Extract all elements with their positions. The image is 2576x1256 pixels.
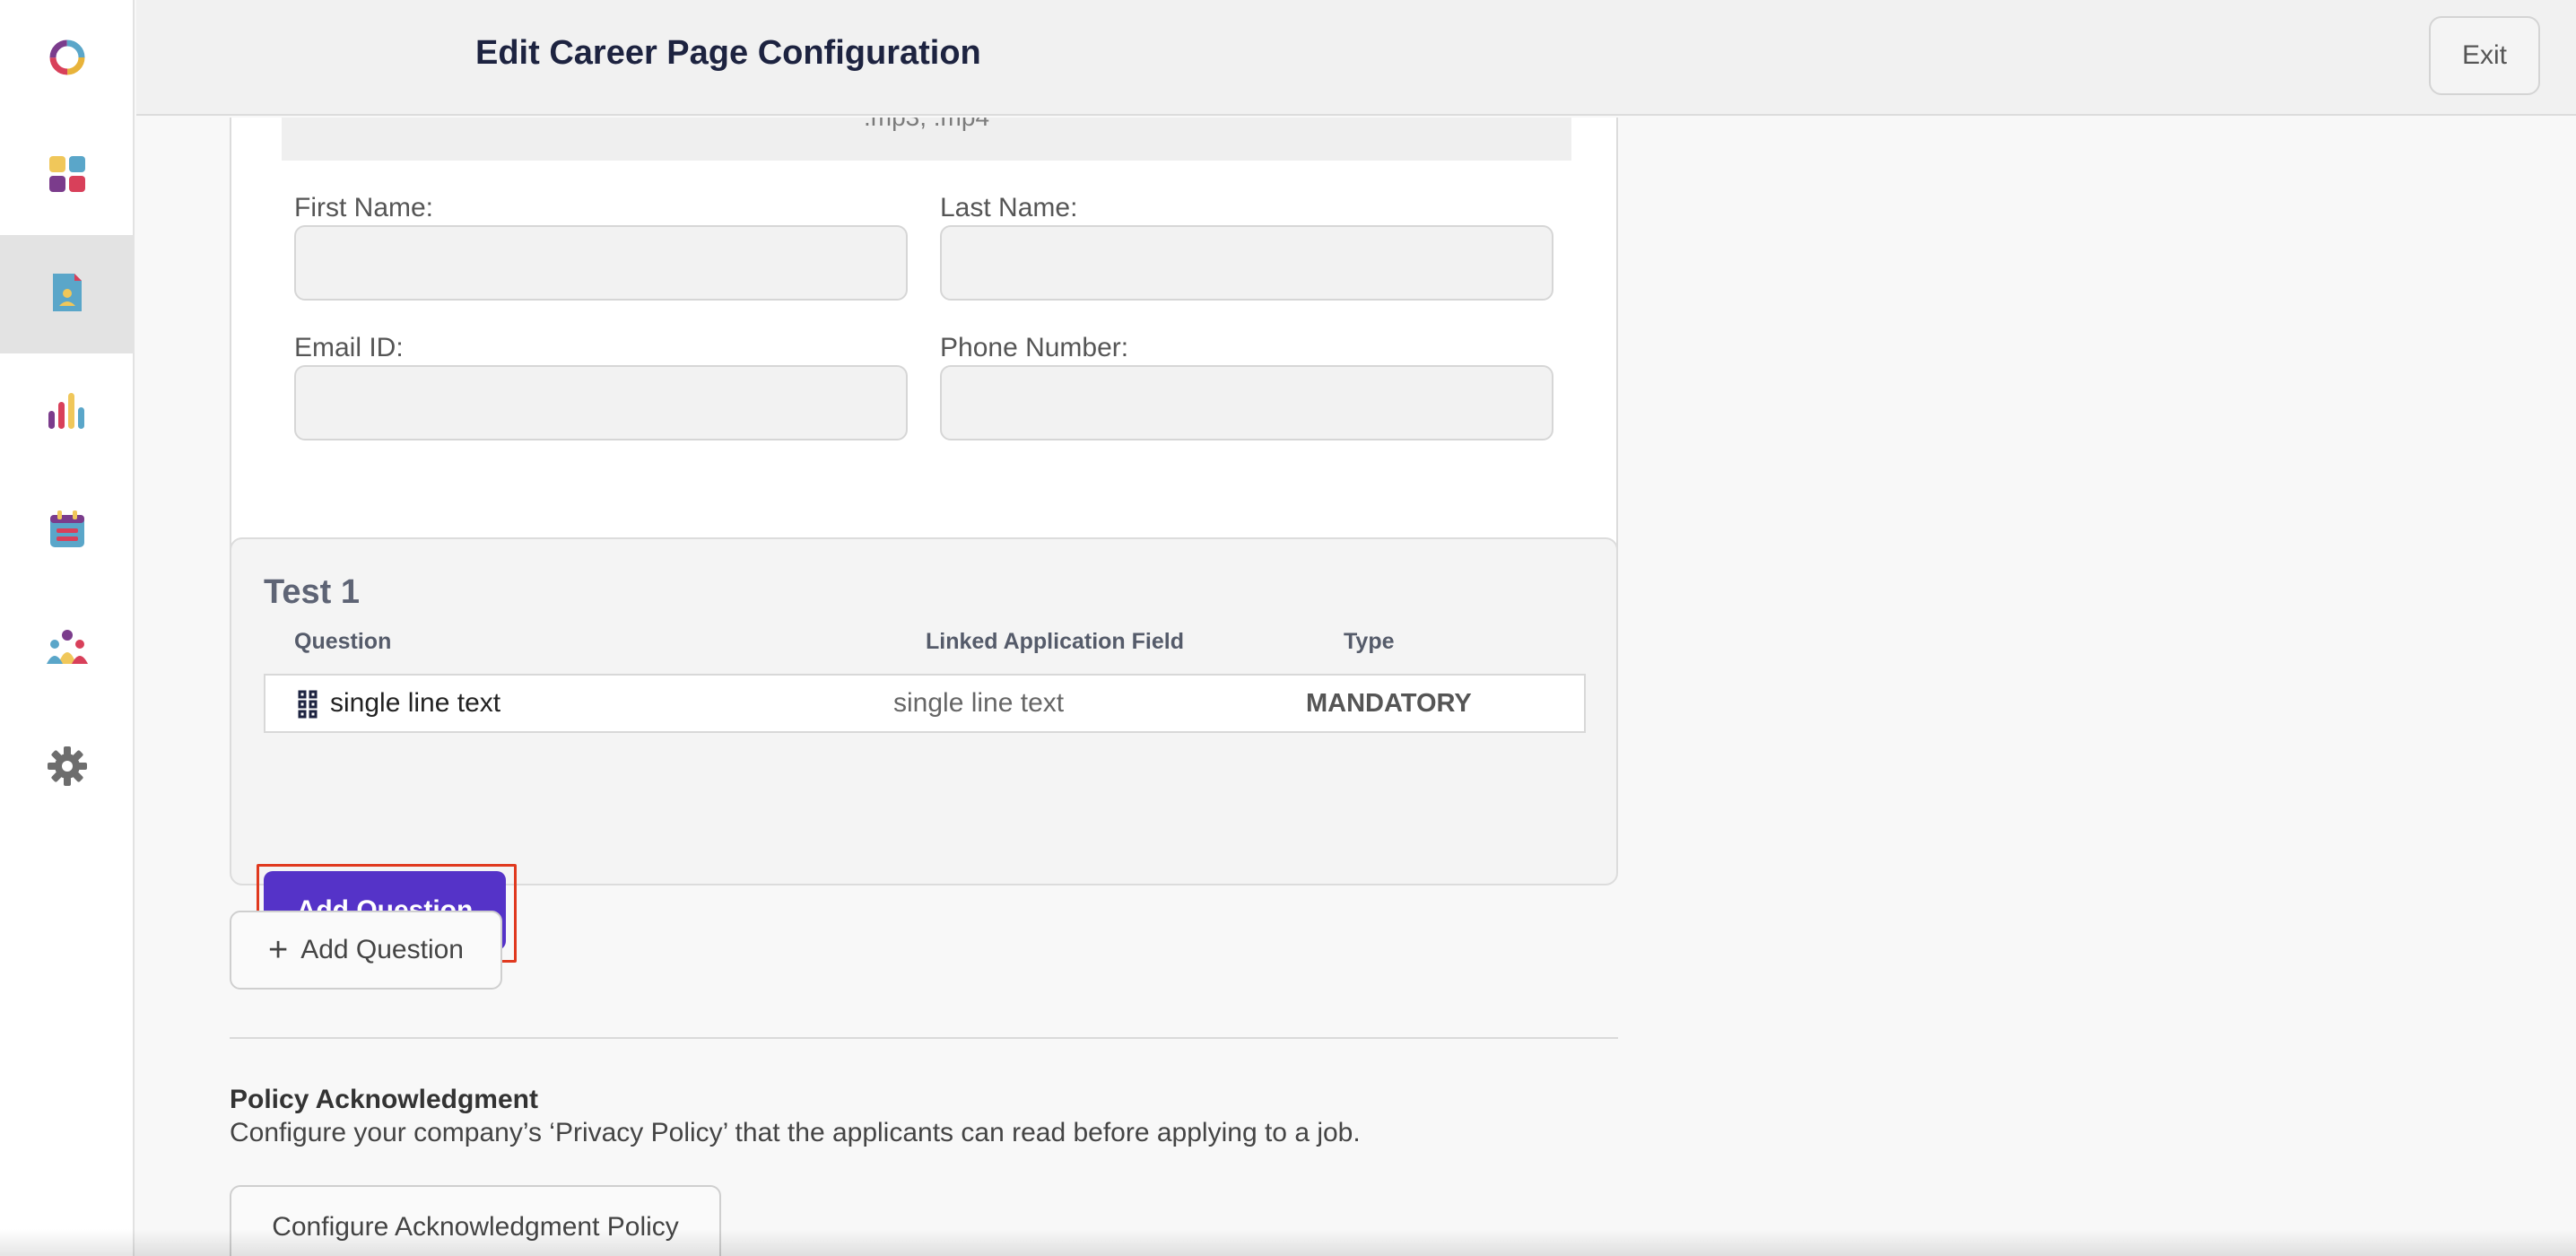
page-title: Edit Career Page Configuration bbox=[475, 34, 981, 72]
bar-chart-icon bbox=[47, 391, 88, 435]
section-title: Test 1 bbox=[264, 573, 361, 611]
dashboard-icon bbox=[48, 154, 87, 198]
first-name-field[interactable] bbox=[294, 225, 908, 301]
add-question-outline-button[interactable]: + Add Question bbox=[230, 911, 502, 990]
page-header: Edit Career Page Configuration Exit bbox=[136, 0, 2576, 116]
divider bbox=[230, 1037, 1618, 1039]
policy-description: Configure your company’s ‘Privacy Policy… bbox=[230, 1118, 1361, 1147]
sidebar-item-settings[interactable] bbox=[0, 709, 135, 827]
sidebar-item-dashboard[interactable] bbox=[0, 117, 135, 235]
upload-hint: .mp3, .mp4 bbox=[282, 118, 1571, 132]
question-type: MANDATORY bbox=[1306, 688, 1472, 718]
policy-title: Policy Acknowledgment bbox=[230, 1085, 538, 1114]
sidebar-item-calendar[interactable] bbox=[0, 472, 135, 590]
team-icon bbox=[46, 628, 89, 672]
first-name-label: First Name: bbox=[294, 193, 434, 222]
column-header-linked-field: Linked Application Field bbox=[926, 629, 1184, 654]
table-row[interactable]: single line text single line text MANDAT… bbox=[264, 674, 1586, 733]
add-question-label: Add Question bbox=[300, 935, 464, 964]
upload-area[interactable]: .mp3, .mp4 bbox=[282, 118, 1571, 161]
main-content: .mp3, .mp4 First Name: Last Name: Email … bbox=[136, 118, 2576, 1256]
calendar-icon bbox=[48, 510, 87, 554]
email-field[interactable] bbox=[294, 365, 908, 440]
drag-handle-icon[interactable] bbox=[298, 690, 318, 723]
logo-icon bbox=[48, 38, 87, 82]
phone-field[interactable] bbox=[940, 365, 1553, 440]
phone-label: Phone Number: bbox=[940, 333, 1129, 362]
sidebar-item-career-page[interactable] bbox=[0, 235, 135, 353]
exit-button[interactable]: Exit bbox=[2429, 16, 2540, 95]
plus-icon: + bbox=[268, 931, 289, 969]
sidebar-item-reports[interactable] bbox=[0, 353, 135, 472]
last-name-label: Last Name: bbox=[940, 193, 1078, 222]
gear-icon bbox=[47, 746, 88, 791]
question-section: Test 1 Question Linked Application Field… bbox=[230, 537, 1618, 963]
sidebar-item-team[interactable] bbox=[0, 590, 135, 709]
linked-field: single line text bbox=[893, 688, 1065, 718]
column-header-question: Question bbox=[294, 629, 392, 654]
last-name-field[interactable] bbox=[940, 225, 1553, 301]
sidebar-item-logo[interactable] bbox=[0, 0, 135, 118]
configure-policy-button[interactable]: Configure Acknowledgment Policy bbox=[230, 1185, 721, 1256]
column-header-type: Type bbox=[1344, 629, 1395, 654]
sidebar bbox=[0, 0, 135, 1256]
email-label: Email ID: bbox=[294, 333, 404, 362]
question-text: single line text bbox=[330, 688, 501, 718]
document-user-icon bbox=[49, 272, 85, 318]
